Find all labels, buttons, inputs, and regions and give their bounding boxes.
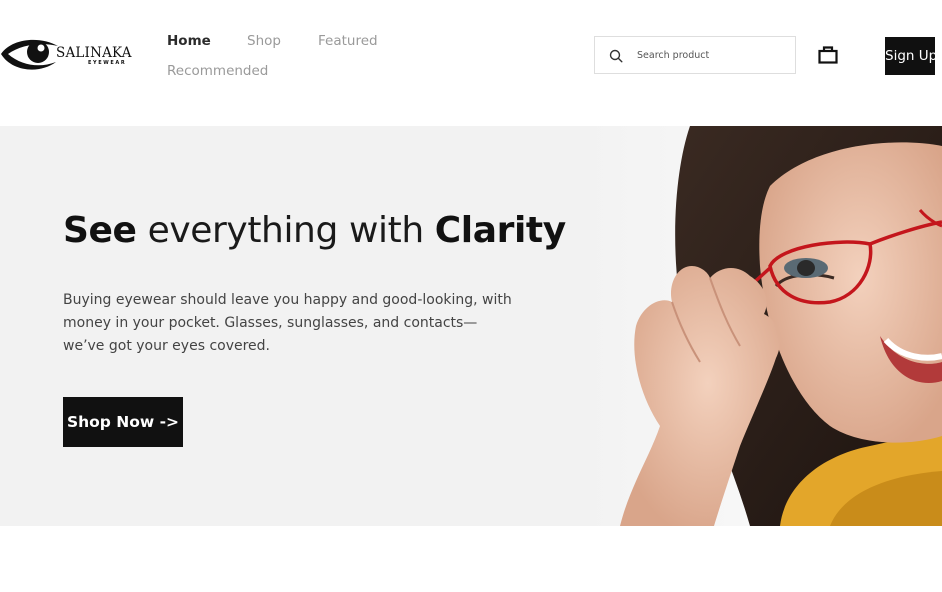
eye-logo-icon [1, 39, 58, 70]
brand-logo[interactable]: SALINAKA EYEWEAR [0, 30, 135, 78]
hero-title-bold-clarity: Clarity [434, 210, 566, 251]
hero-description: Buying eyewear should leave you happy an… [63, 292, 512, 354]
shopping-bag-icon[interactable] [817, 44, 839, 66]
search-icon [609, 49, 623, 63]
nav-item-recommended[interactable]: Recommended [167, 63, 268, 79]
hero-title-bold-see: See [63, 210, 137, 251]
hero-title-light: everything with [136, 210, 435, 251]
brand-tagline: EYEWEAR [88, 60, 127, 66]
brand-name: SALINAKA [56, 45, 132, 61]
shop-now-button[interactable]: Shop Now -> [63, 397, 183, 447]
hero-banner: See everything with Clarity Buying eyewe… [0, 126, 942, 526]
sign-up-button[interactable]: Sign Up [885, 37, 937, 75]
nav-item-home[interactable]: Home [167, 33, 211, 49]
nav-item-shop[interactable]: Shop [247, 33, 281, 49]
hero-model-image [580, 126, 942, 526]
search-input[interactable] [637, 46, 787, 64]
navbar: SALINAKA EYEWEAR Home Shop Featured Reco… [0, 0, 942, 126]
nav-item-featured[interactable]: Featured [318, 33, 378, 49]
search-box[interactable] [594, 36, 796, 74]
hero-title: See everything with Clarity [63, 210, 566, 251]
